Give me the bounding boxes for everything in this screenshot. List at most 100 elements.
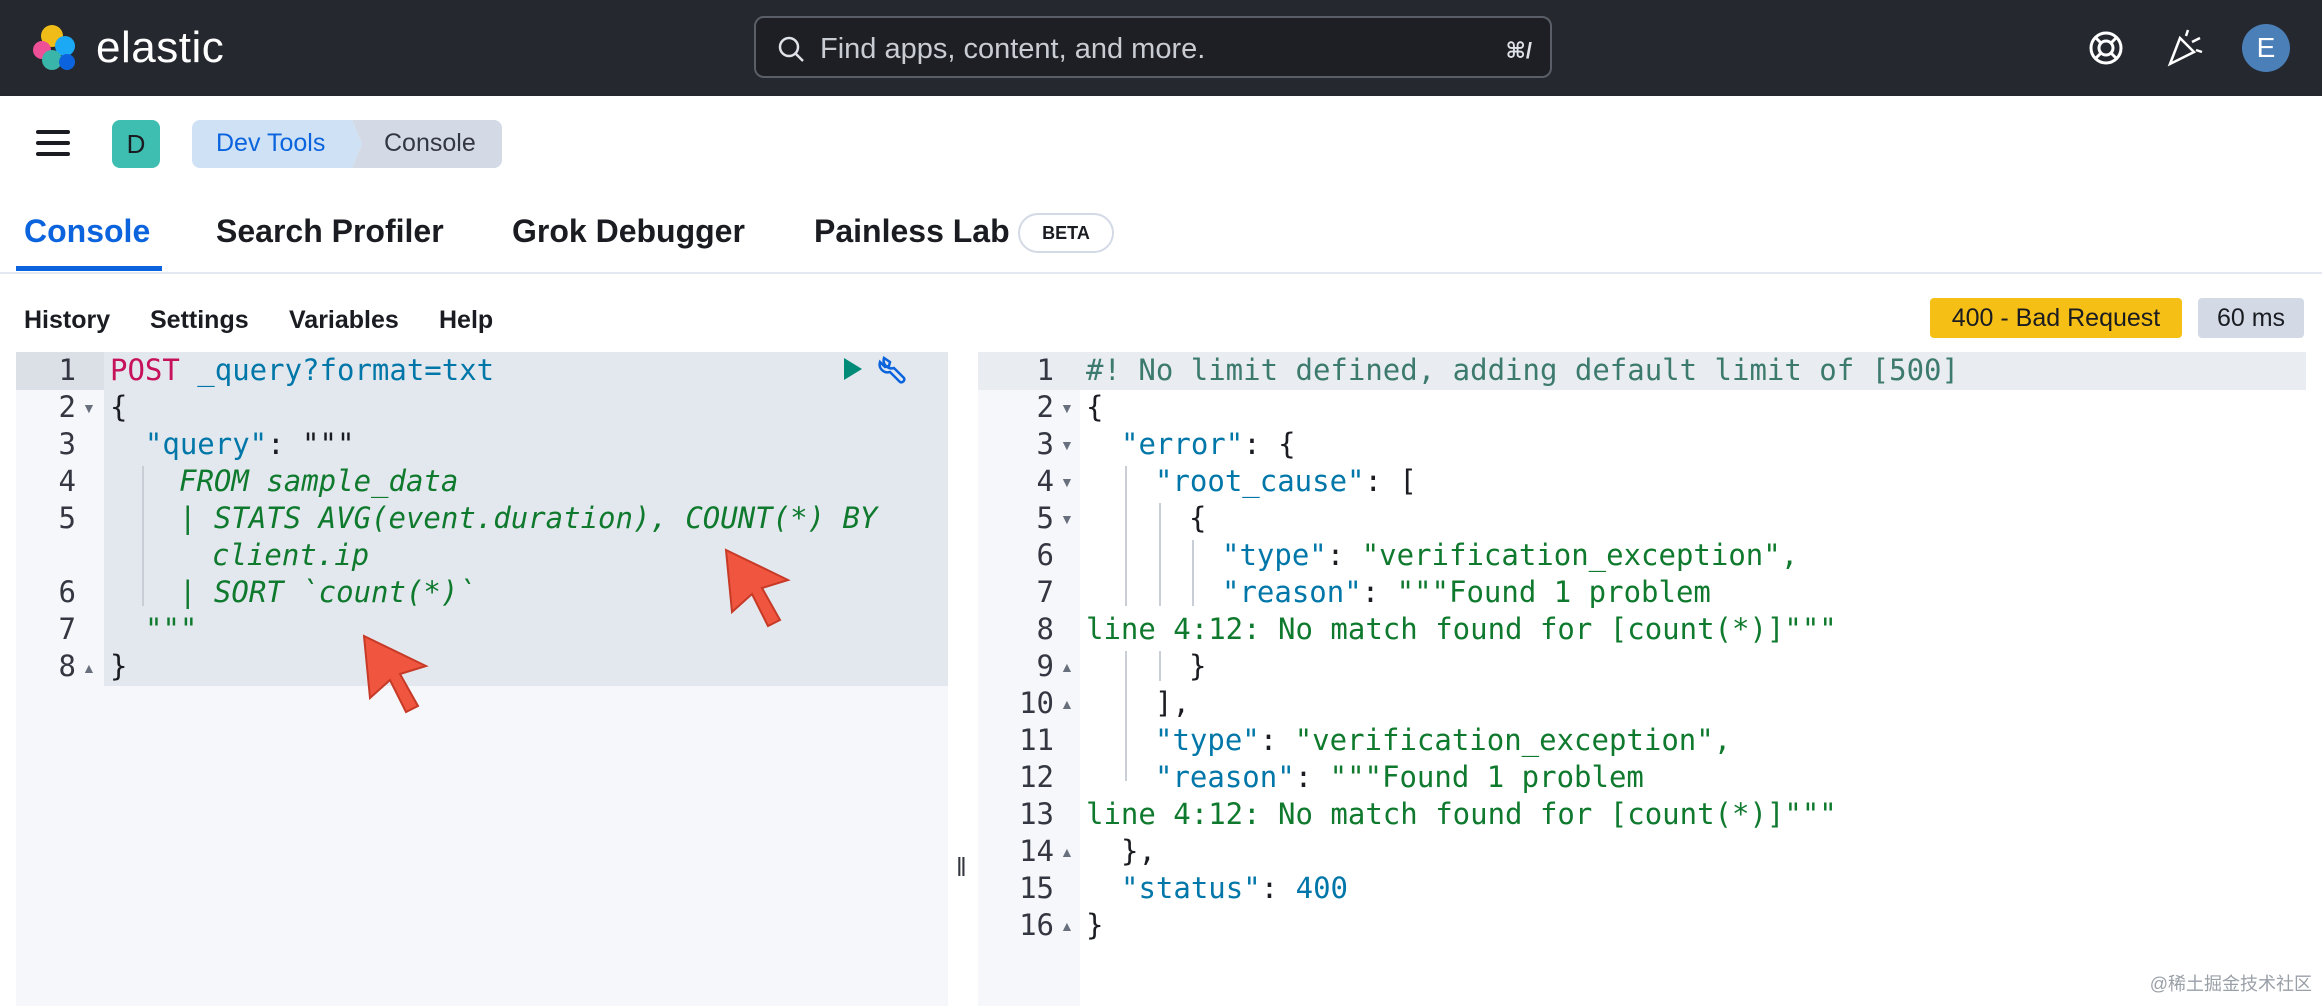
menu-help[interactable]: Help — [439, 306, 493, 335]
annotation-arrow-icon — [362, 634, 429, 714]
code-line: | STATS AVG(event.duration), COUNT(*) BY — [179, 501, 878, 535]
line-number: 2 — [1036, 390, 1054, 424]
code-line: line 4:12: No match found for [count(*)]… — [1086, 612, 1837, 646]
brand-name[interactable]: elastic — [96, 20, 224, 76]
code-line: "reason": """Found 1 problem — [1222, 574, 1711, 611]
json-key: "status" — [1121, 871, 1261, 905]
fold-toggle-icon[interactable]: ▲ — [1060, 918, 1074, 934]
json-key: "reason" — [1155, 760, 1295, 794]
line-number: 10 — [1019, 686, 1054, 720]
json-key: "type" — [1155, 723, 1260, 757]
line-number: 16 — [1019, 908, 1054, 942]
fold-toggle-icon[interactable]: ▼ — [1060, 511, 1074, 527]
code-line: { — [1086, 390, 1104, 424]
tab-console[interactable]: Console — [24, 210, 150, 252]
code-line: } — [110, 649, 128, 683]
line-number: 8 — [1036, 612, 1054, 646]
response-time-badge: 60 ms — [2198, 298, 2304, 338]
line-number: 8 — [58, 649, 76, 683]
hamburger-menu-icon[interactable] — [36, 130, 74, 158]
line-number: 11 — [1019, 723, 1054, 757]
code-line: "type": "verification_exception", — [1222, 537, 1798, 574]
fold-toggle-icon[interactable]: ▼ — [1060, 437, 1074, 453]
wrench-icon[interactable] — [876, 352, 910, 386]
fold-toggle-icon[interactable]: ▼ — [82, 400, 96, 416]
global-search-input[interactable]: Find apps, content, and more. ⌘/ — [754, 16, 1552, 78]
json-key: "root_cause" — [1155, 464, 1365, 498]
json-string: """Found 1 problem — [1329, 760, 1644, 794]
menu-settings[interactable]: Settings — [150, 306, 249, 335]
fold-toggle-icon[interactable]: ▲ — [82, 660, 96, 676]
code-line: FROM sample_data — [179, 464, 459, 498]
json-key: "type" — [1222, 538, 1327, 572]
line-number: 7 — [1036, 575, 1054, 609]
line-number: 3 — [1036, 427, 1054, 461]
code-line: """ — [145, 612, 198, 646]
help-lifebuoy-icon[interactable] — [2082, 24, 2130, 72]
code-line: line 4:12: No match found for [count(*)]… — [1086, 797, 1837, 831]
menu-history[interactable]: History — [24, 306, 110, 335]
line-number: 1 — [1036, 353, 1054, 387]
line-number: 13 — [1019, 797, 1054, 831]
line-number: 5 — [1036, 501, 1054, 535]
code-line: }, — [1121, 834, 1156, 868]
indent-guide — [1159, 651, 1161, 681]
code-line: { — [110, 390, 128, 424]
breadcrumb-label: Console — [384, 129, 476, 157]
fold-toggle-icon[interactable]: ▲ — [1060, 844, 1074, 860]
request-path: _query?format=txt — [179, 353, 495, 387]
json-punct: : """ — [267, 427, 355, 461]
json-punct: : — [1361, 575, 1397, 609]
fold-toggle-icon[interactable]: ▼ — [1060, 400, 1074, 416]
menu-variables[interactable]: Variables — [289, 306, 399, 335]
line-number: 4 — [58, 464, 76, 498]
line-number: 7 — [58, 612, 76, 646]
code-line: "error": { — [1121, 426, 1296, 463]
json-key: "error" — [1121, 427, 1244, 461]
line-number: 14 — [1019, 834, 1054, 868]
json-key: "reason" — [1222, 575, 1362, 609]
space-avatar[interactable]: D — [112, 120, 160, 168]
search-shortcut-hint: ⌘/ — [1505, 38, 1532, 63]
breadcrumb-dev-tools[interactable]: Dev Tools — [192, 120, 362, 168]
pane-resizer[interactable] — [948, 352, 978, 1006]
code-line: "reason": """Found 1 problem — [1155, 759, 1644, 796]
line-number: 5 — [58, 501, 76, 535]
search-placeholder: Find apps, content, and more. — [820, 33, 1206, 65]
fold-toggle-icon[interactable]: ▲ — [1060, 696, 1074, 712]
fold-toggle-icon[interactable]: ▼ — [1060, 474, 1074, 490]
line-number: 6 — [58, 575, 76, 609]
active-tab-indicator — [16, 266, 162, 271]
code-line: { — [1189, 501, 1207, 535]
tab-grok-debugger[interactable]: Grok Debugger — [512, 210, 745, 252]
code-line: "type": "verification_exception", — [1155, 722, 1731, 759]
annotation-arrow-icon — [724, 548, 791, 628]
line-number: 2 — [58, 390, 76, 424]
line-number: 4 — [1036, 464, 1054, 498]
line-number: 3 — [58, 427, 76, 461]
dev-tools-tabs: Console Search Profiler Grok Debugger Pa… — [0, 190, 2322, 274]
whats-new-party-icon[interactable] — [2160, 24, 2208, 72]
json-punct: : — [1259, 723, 1295, 757]
indent-guide — [142, 466, 144, 606]
resize-handle-icon[interactable]: ‖ — [956, 852, 967, 883]
tab-search-profiler[interactable]: Search Profiler — [216, 210, 444, 252]
code-line: #! No limit defined, adding default limi… — [1086, 353, 1959, 387]
search-icon — [778, 36, 804, 62]
indent-guide — [1159, 503, 1161, 606]
json-punct: : — [1260, 871, 1296, 905]
json-string: """Found 1 problem — [1396, 575, 1711, 609]
fold-toggle-icon[interactable]: ▲ — [1060, 659, 1074, 675]
indent-guide — [1125, 466, 1127, 606]
code-line: } — [1086, 908, 1104, 942]
send-request-play-icon[interactable] — [842, 356, 864, 382]
user-avatar[interactable]: E — [2242, 24, 2290, 72]
indent-guide — [1125, 651, 1127, 781]
json-string: "verification_exception", — [1361, 538, 1799, 572]
elastic-logo-icon[interactable] — [30, 22, 82, 74]
line-number: 15 — [1019, 871, 1054, 905]
http-method: POST — [110, 353, 180, 387]
json-punct: : [ — [1364, 464, 1417, 498]
tab-painless-lab[interactable]: Painless Lab — [814, 210, 1010, 252]
beta-badge: BETA — [1018, 213, 1114, 253]
